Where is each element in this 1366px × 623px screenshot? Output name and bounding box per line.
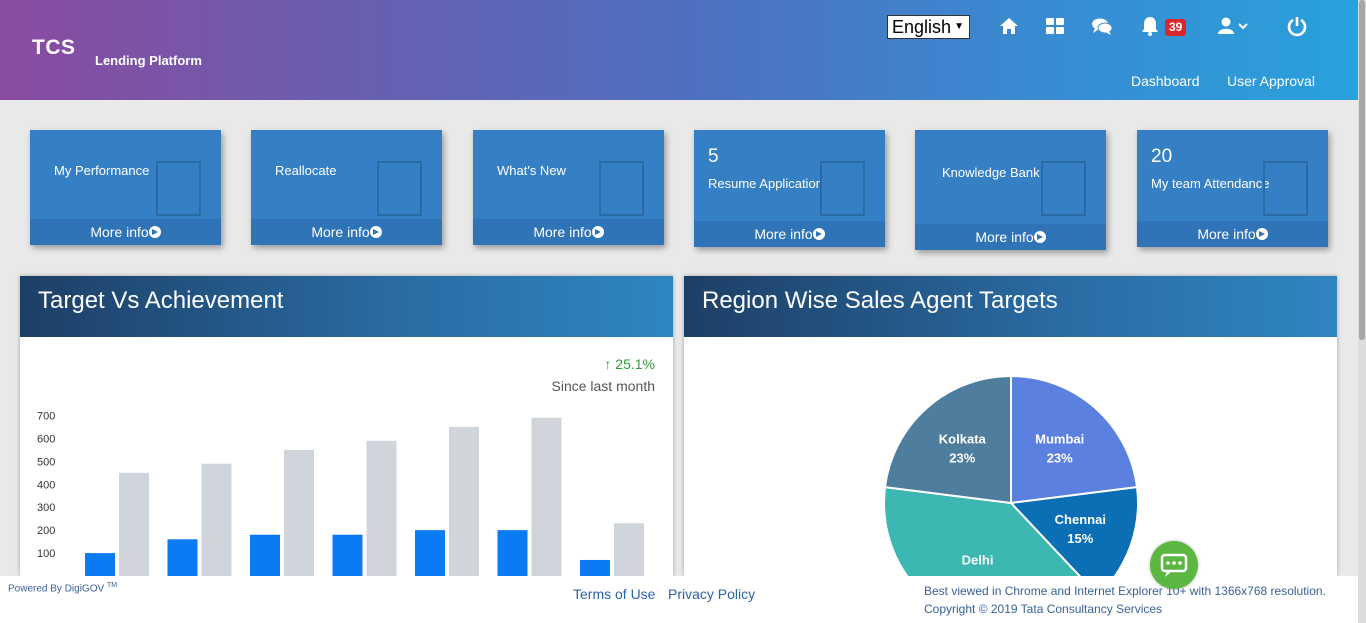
top-header: TCS Lending Platform English ▼ 39 Dashbo… — [0, 0, 1366, 100]
pie-slice-label: Kolkata — [939, 432, 987, 447]
bar-achievement — [497, 530, 528, 576]
privacy-link[interactable]: Privacy Policy — [668, 586, 755, 602]
page-scrollbar[interactable] — [1358, 0, 1366, 623]
bar-target — [449, 426, 479, 576]
tile-count: 5 — [708, 146, 719, 167]
copyright: Copyright © 2019 Tata Consultancy Servic… — [924, 602, 1163, 616]
chat-bubbles-icon[interactable] — [1090, 14, 1114, 38]
powered-by-text: Powered By DigiGOV — [8, 583, 105, 595]
tile-icon-box — [156, 161, 201, 216]
more-info-label: More info — [533, 224, 592, 240]
pie-slice-value: 15% — [1067, 531, 1093, 546]
tile-whats-new[interactable]: What's New More info — [473, 130, 664, 245]
pie-slice-label: Chennai — [1055, 512, 1106, 527]
chat-icon — [1160, 553, 1188, 577]
tile-label: Knowledge Bank — [942, 165, 1040, 180]
tile-icon-box — [1263, 161, 1308, 216]
terms-link[interactable]: Terms of Use — [573, 586, 655, 602]
bar-target — [201, 463, 232, 576]
target-achievement-panel: Target Vs Achievement ↑ 25.1% Since last… — [20, 276, 673, 576]
more-info-label: More info — [1197, 226, 1256, 242]
arrow-right-icon — [591, 226, 604, 238]
arrow-right-icon — [1033, 231, 1046, 243]
bar-target — [119, 472, 149, 576]
bar-achievement — [167, 539, 198, 576]
tile-label: What's New — [497, 163, 566, 178]
tile-label: My Performance — [54, 163, 150, 178]
bar-achievement — [332, 534, 363, 576]
y-tick-label: 100 — [37, 548, 55, 560]
power-icon[interactable] — [1285, 14, 1309, 38]
chevron-down-icon: ▼ — [954, 21, 964, 32]
more-info-label: More info — [754, 226, 813, 242]
bar-target — [531, 417, 562, 576]
tile-my-performance[interactable]: My Performance More info — [30, 130, 221, 245]
chat-button[interactable] — [1150, 541, 1198, 589]
best-viewed-note: Best viewed in Chrome and Internet Explo… — [924, 584, 1326, 598]
tile-icon-box — [820, 161, 865, 216]
dashboard-grid-icon[interactable] — [1043, 14, 1067, 38]
region-targets-panel: Region Wise Sales Agent Targets Mumbai 23… — [684, 276, 1337, 576]
more-info-link[interactable]: More info — [473, 219, 664, 245]
more-info-label: More info — [975, 229, 1034, 245]
logo-title: TCS — [32, 36, 76, 59]
bar-target — [366, 440, 397, 576]
more-info-link[interactable]: More info — [251, 219, 442, 245]
powered-by: Powered By DigiGOV TM — [8, 582, 117, 594]
bar-target — [614, 523, 644, 576]
y-tick-label: 500 — [37, 456, 55, 468]
arrow-right-icon — [369, 226, 382, 238]
bar-achievement — [580, 559, 610, 576]
bar-achievement — [250, 534, 280, 576]
more-info-link[interactable]: More info — [1137, 221, 1328, 247]
arrow-right-icon — [1255, 228, 1268, 240]
tile-my-team-attendance[interactable]: 20 My team Attendance More info — [1137, 130, 1328, 247]
more-info-link[interactable]: More info — [694, 221, 885, 247]
pie-slice-label: Delhi — [962, 553, 994, 568]
tile-resume-application[interactable]: 5 Resume Application More info — [694, 130, 885, 247]
more-info-link[interactable]: More info — [30, 219, 221, 245]
pie-chart: Mumbai 23% Chennai 15% Delhi Kolkata 23% — [883, 374, 1139, 576]
user-menu-icon[interactable] — [1215, 14, 1253, 38]
bell-icon[interactable] — [1138, 14, 1162, 38]
y-tick-label: 700 — [37, 411, 55, 423]
language-value: English — [892, 17, 952, 37]
tile-label: My team Attendance — [1151, 176, 1270, 191]
nav-user-approval[interactable]: User Approval — [1227, 73, 1315, 89]
y-tick-label: 200 — [37, 525, 55, 537]
tile-label: Reallocate — [275, 163, 337, 178]
pie-slice-value: 23% — [1047, 451, 1073, 466]
tile-icon-box — [377, 161, 422, 216]
tile-icon-box — [599, 161, 644, 216]
bar-achievement — [415, 530, 445, 576]
notification-badge: 39 — [1165, 19, 1187, 36]
trademark: TM — [106, 582, 118, 589]
y-tick-label: 300 — [37, 502, 55, 514]
tile-label: Resume Application — [708, 176, 823, 191]
scrollbar-thumb[interactable] — [1359, 0, 1365, 340]
pie-slice-value: 23% — [949, 451, 975, 466]
arrow-right-icon — [812, 228, 825, 240]
home-icon[interactable] — [997, 14, 1021, 38]
tile-count: 20 — [1151, 146, 1173, 167]
more-info-label: More info — [311, 224, 370, 240]
bar-achievement — [85, 553, 115, 576]
pie-slice-label: Mumbai — [1035, 432, 1084, 447]
language-select[interactable]: English ▼ — [887, 15, 970, 39]
more-info-link[interactable]: More info — [915, 224, 1106, 250]
more-info-label: More info — [90, 224, 149, 240]
logo-subtitle: Lending Platform — [95, 53, 202, 68]
nav-dashboard[interactable]: Dashboard — [1131, 73, 1200, 89]
tile-icon-box — [1041, 161, 1086, 216]
y-tick-label: 400 — [37, 479, 55, 491]
y-tick-label: 600 — [37, 433, 55, 445]
bar-chart: 700 600 500 400 300 200 100 — [37, 411, 644, 576]
tile-reallocate[interactable]: Reallocate More info — [251, 130, 442, 245]
bar-target — [284, 449, 314, 576]
tile-knowledge-bank[interactable]: Knowledge Bank More info — [915, 130, 1106, 250]
arrow-right-icon — [148, 226, 161, 238]
